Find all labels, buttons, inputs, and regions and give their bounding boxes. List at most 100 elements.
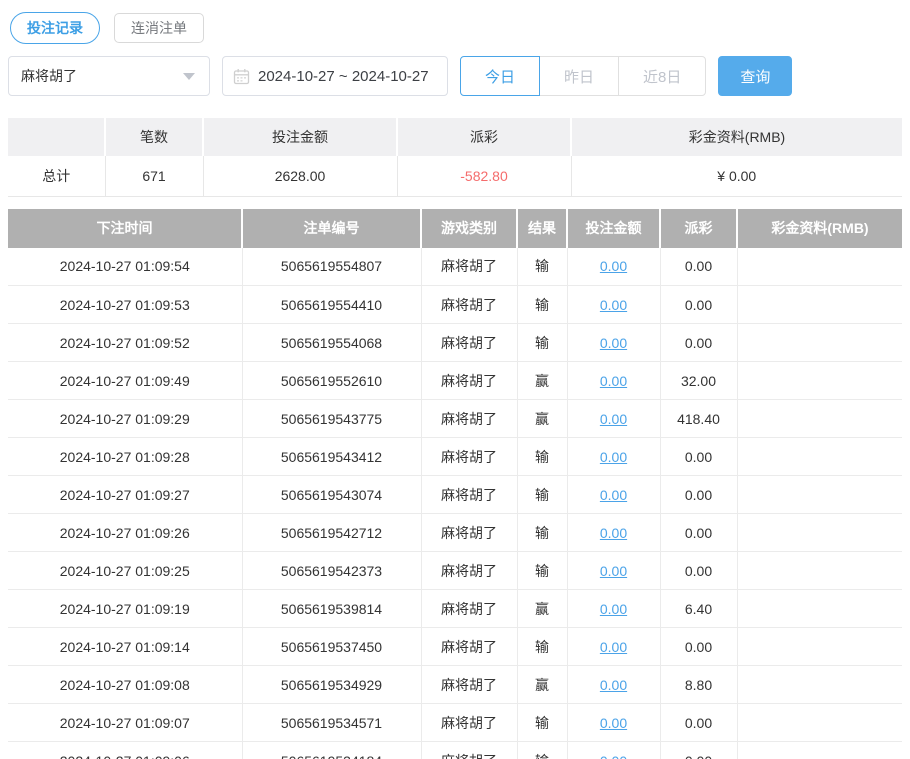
table-row: 2024-10-27 01:09:255065619542373麻将胡了输0.0…: [8, 552, 902, 590]
cell-order-no: 5065619542712: [242, 514, 421, 552]
bet-table-body: 2024-10-27 01:09:545065619554807麻将胡了输0.0…: [8, 248, 902, 759]
bet-amount-link[interactable]: 0.00: [600, 449, 627, 465]
today-button[interactable]: 今日: [460, 56, 540, 96]
cell-order-no: 5065619534571: [242, 704, 421, 742]
summary-total-label: 总计: [8, 156, 105, 196]
bet-amount-link[interactable]: 0.00: [600, 525, 627, 541]
bet-amount-link[interactable]: 0.00: [600, 258, 627, 274]
cell-game-type: 麻将胡了: [421, 742, 517, 759]
cell-game-type: 麻将胡了: [421, 590, 517, 628]
cell-bet-time: 2024-10-27 01:09:26: [8, 514, 242, 552]
bet-amount-link[interactable]: 0.00: [600, 677, 627, 693]
tab-bet-records[interactable]: 投注记录: [10, 12, 100, 44]
col-game-type: 游戏类别: [421, 209, 517, 248]
bet-amount-link[interactable]: 0.00: [600, 335, 627, 351]
summary-total-bonus: ¥ 0.00: [571, 156, 902, 196]
cell-game-type: 麻将胡了: [421, 666, 517, 704]
summary-total-row: 总计 671 2628.00 -582.80 ¥ 0.00: [8, 156, 902, 196]
summary-total-count: 671: [105, 156, 203, 196]
bet-table-header-row: 下注时间注单编号游戏类别结果投注金额派彩彩金资料(RMB): [8, 209, 902, 248]
cell-bet-amount: 0.00: [567, 590, 660, 628]
cell-payout: 0.00: [660, 324, 737, 362]
bet-amount-link[interactable]: 0.00: [600, 563, 627, 579]
col-result: 结果: [517, 209, 567, 248]
cell-order-no: 5065619554068: [242, 324, 421, 362]
cell-order-no: 5065619543074: [242, 476, 421, 514]
bet-amount-link[interactable]: 0.00: [600, 601, 627, 617]
cell-result: 输: [517, 476, 567, 514]
cell-bet-time: 2024-10-27 01:09:28: [8, 438, 242, 476]
bet-amount-link[interactable]: 0.00: [600, 753, 627, 759]
query-button[interactable]: 查询: [718, 56, 792, 96]
col-bonus: 彩金资料(RMB): [737, 209, 902, 248]
cell-bet-amount: 0.00: [567, 628, 660, 666]
cell-payout: 0.00: [660, 742, 737, 759]
cell-bet-amount: 0.00: [567, 704, 660, 742]
game-select-value: 麻将胡了: [21, 66, 77, 86]
cell-bonus: [737, 742, 902, 759]
cell-result: 输: [517, 324, 567, 362]
bet-amount-link[interactable]: 0.00: [600, 715, 627, 731]
bet-amount-link[interactable]: 0.00: [600, 297, 627, 313]
col-bet-time: 下注时间: [8, 209, 242, 248]
date-range-picker[interactable]: 2024-10-27 ~ 2024-10-27: [222, 56, 448, 96]
summary-table: 笔数 投注金额 派彩 彩金资料(RMB) 总计 671 2628.00 -582…: [8, 118, 902, 197]
cell-result: 输: [517, 514, 567, 552]
summary-header-row: 笔数 投注金额 派彩 彩金资料(RMB): [8, 118, 902, 156]
calendar-icon: [233, 68, 250, 85]
cell-result: 赢: [517, 666, 567, 704]
bet-amount-link[interactable]: 0.00: [600, 411, 627, 427]
cell-bet-time: 2024-10-27 01:09:19: [8, 590, 242, 628]
cell-result: 赢: [517, 400, 567, 438]
cell-bet-amount: 0.00: [567, 438, 660, 476]
cell-game-type: 麻将胡了: [421, 286, 517, 324]
cell-bonus: [737, 286, 902, 324]
summary-header-payout: 派彩: [397, 118, 571, 156]
cell-order-no: 5065619539814: [242, 590, 421, 628]
bet-amount-link[interactable]: 0.00: [600, 373, 627, 389]
cell-payout: 418.40: [660, 400, 737, 438]
cell-result: 输: [517, 248, 567, 286]
cell-result: 输: [517, 286, 567, 324]
cell-bonus: [737, 362, 902, 400]
cell-bonus: [737, 666, 902, 704]
last-8-days-button[interactable]: 近8日: [618, 56, 706, 96]
bet-amount-link[interactable]: 0.00: [600, 639, 627, 655]
cell-bet-time: 2024-10-27 01:09:54: [8, 248, 242, 286]
cell-bet-amount: 0.00: [567, 552, 660, 590]
game-select[interactable]: 麻将胡了: [8, 56, 210, 96]
table-row: 2024-10-27 01:09:495065619552610麻将胡了赢0.0…: [8, 362, 902, 400]
cell-bet-time: 2024-10-27 01:09:29: [8, 400, 242, 438]
summary-header-bonus: 彩金资料(RMB): [571, 118, 902, 156]
cell-order-no: 5065619534184: [242, 742, 421, 759]
cell-bonus: [737, 438, 902, 476]
cell-bonus: [737, 552, 902, 590]
tab-cancelled-orders[interactable]: 连消注单: [114, 13, 204, 43]
cell-payout: 0.00: [660, 286, 737, 324]
cell-bet-amount: 0.00: [567, 286, 660, 324]
date-range-value: 2024-10-27 ~ 2024-10-27: [258, 68, 429, 85]
cell-game-type: 麻将胡了: [421, 552, 517, 590]
cell-bet-amount: 0.00: [567, 248, 660, 286]
table-row: 2024-10-27 01:09:285065619543412麻将胡了输0.0…: [8, 438, 902, 476]
table-row: 2024-10-27 01:09:145065619537450麻将胡了输0.0…: [8, 628, 902, 666]
cell-bet-time: 2024-10-27 01:09:08: [8, 666, 242, 704]
table-row: 2024-10-27 01:09:275065619543074麻将胡了输0.0…: [8, 476, 902, 514]
cell-bet-time: 2024-10-27 01:09:07: [8, 704, 242, 742]
cell-game-type: 麻将胡了: [421, 438, 517, 476]
yesterday-button[interactable]: 昨日: [539, 56, 619, 96]
cell-payout: 8.80: [660, 666, 737, 704]
cell-result: 输: [517, 438, 567, 476]
summary-total-payout: -582.80: [397, 156, 571, 196]
bet-amount-link[interactable]: 0.00: [600, 487, 627, 503]
cell-payout: 0.00: [660, 704, 737, 742]
cell-payout: 0.00: [660, 438, 737, 476]
cell-bonus: [737, 628, 902, 666]
cell-bet-amount: 0.00: [567, 476, 660, 514]
bet-records-table: 下注时间注单编号游戏类别结果投注金额派彩彩金资料(RMB) 2024-10-27…: [8, 209, 902, 759]
cell-result: 赢: [517, 362, 567, 400]
cell-game-type: 麻将胡了: [421, 362, 517, 400]
cell-bet-time: 2024-10-27 01:09:27: [8, 476, 242, 514]
cell-order-no: 5065619554807: [242, 248, 421, 286]
cell-result: 输: [517, 742, 567, 759]
